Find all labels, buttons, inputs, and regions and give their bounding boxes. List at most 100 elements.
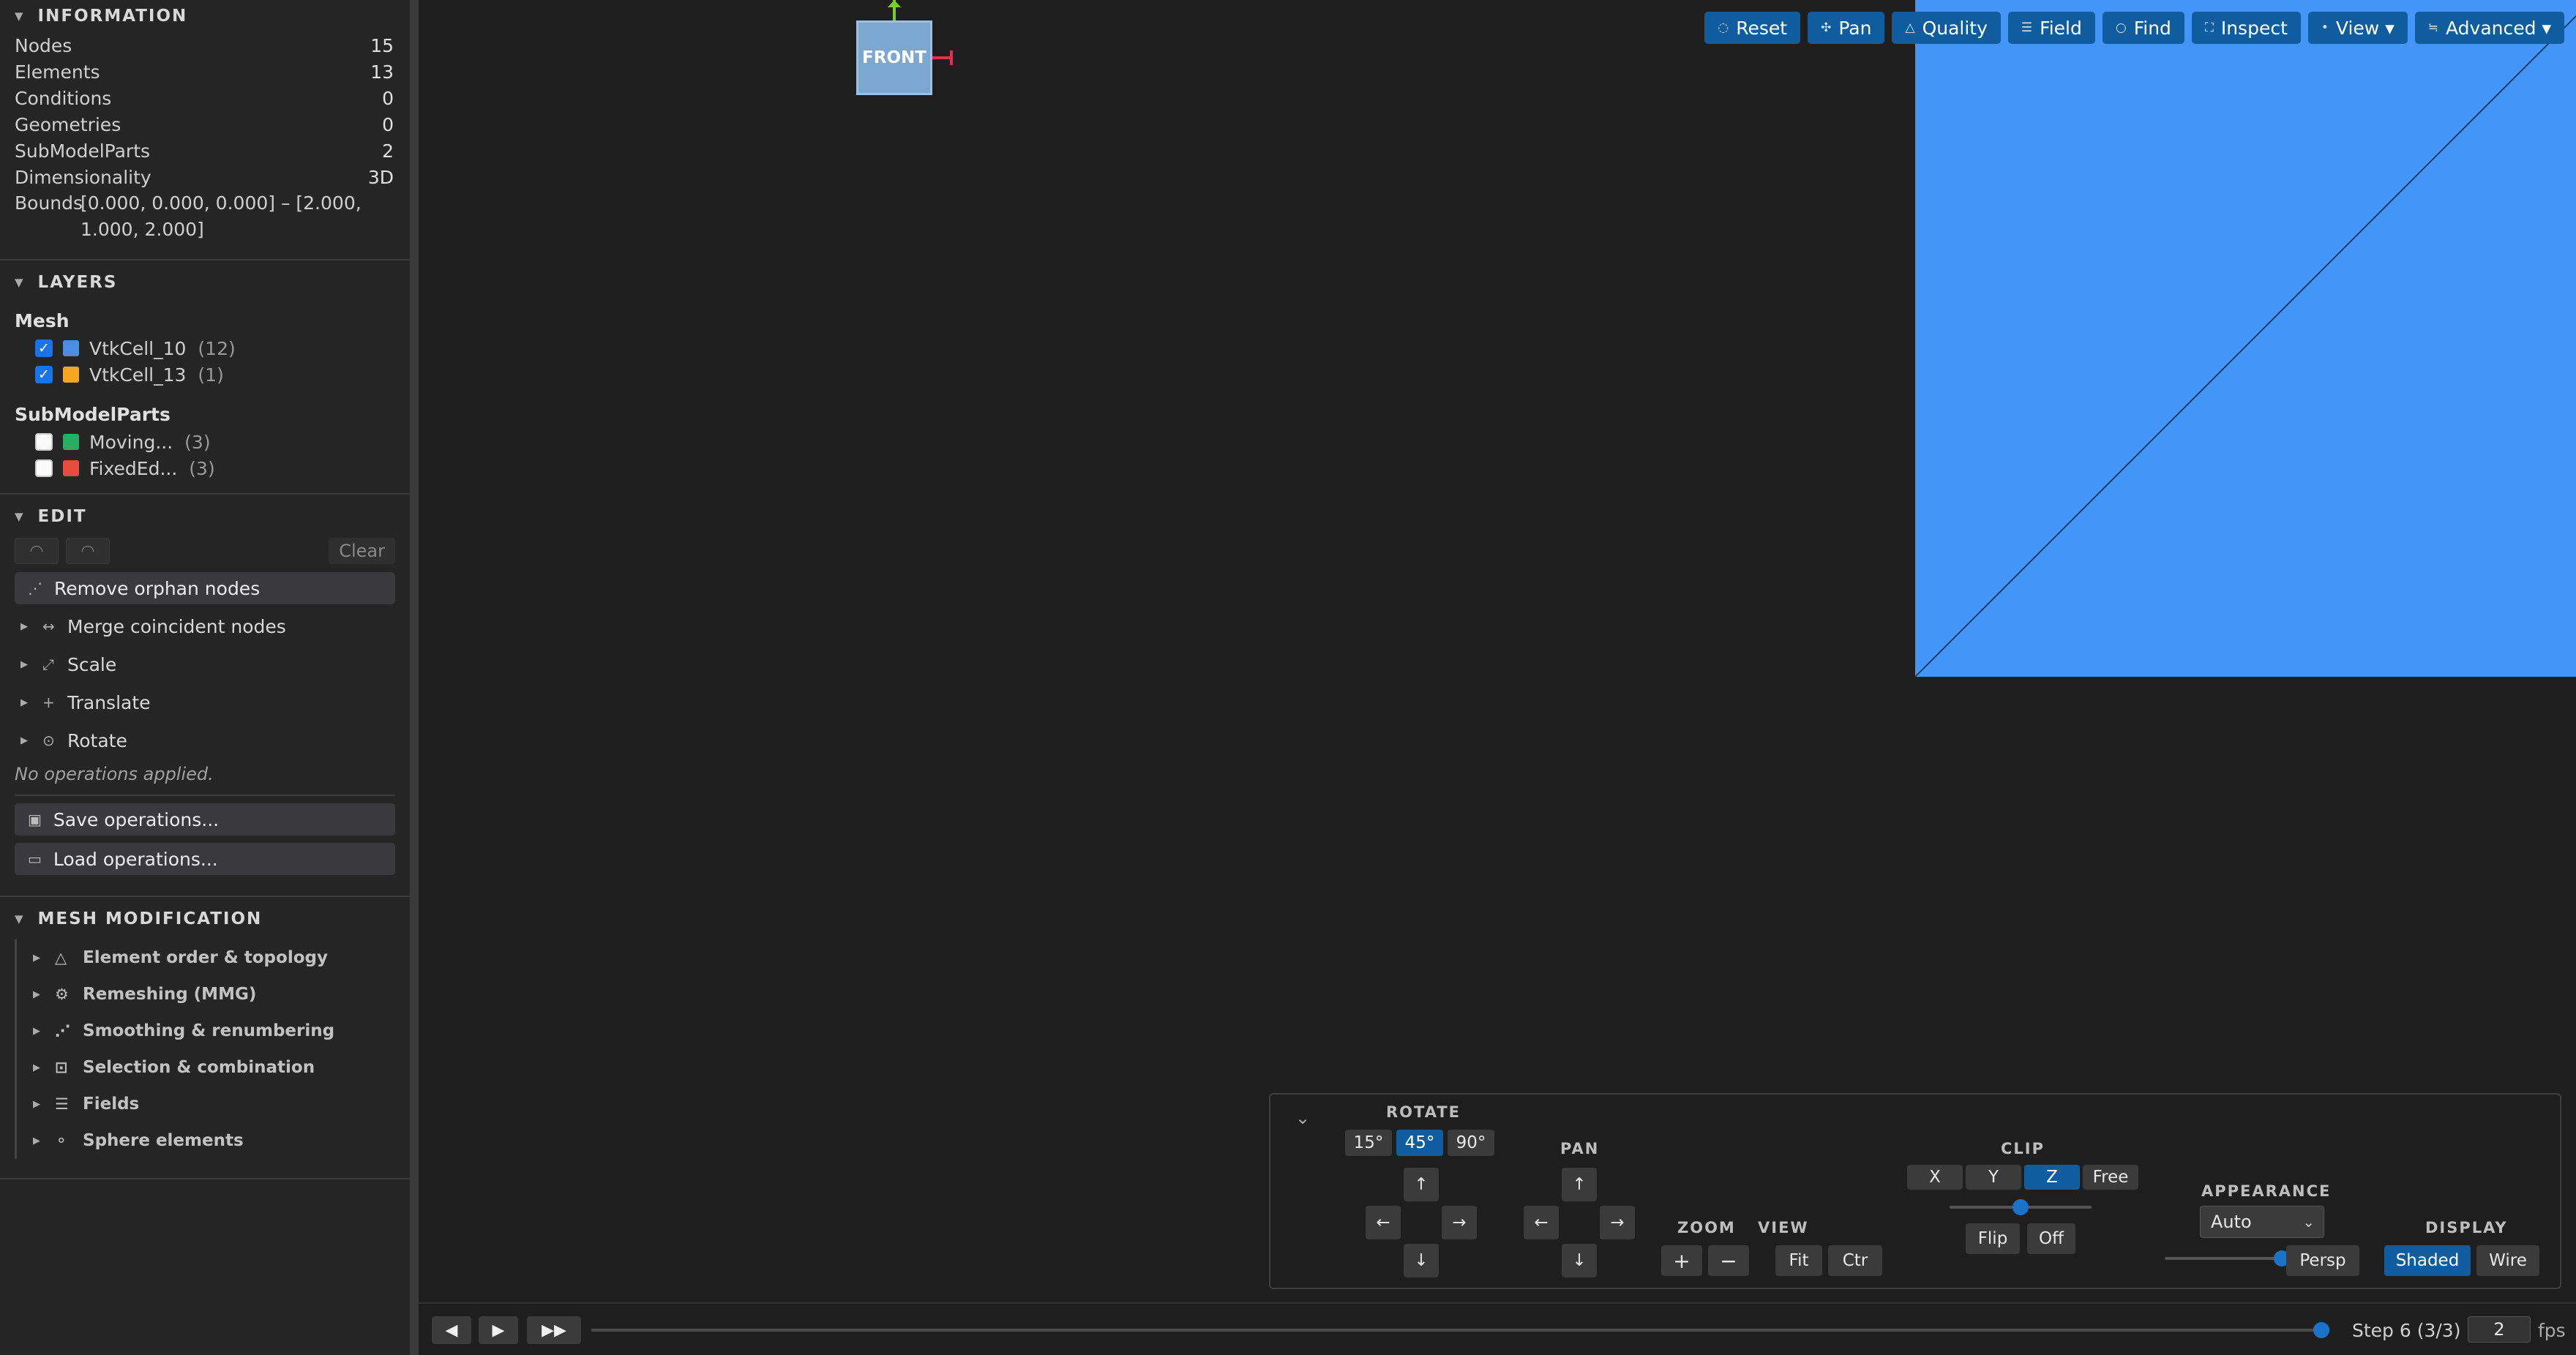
layer-row-vtkcell-13[interactable]: ✓ VtkCell_13 (1) <box>0 361 410 388</box>
3d-viewport[interactable]: FRONT ◌ Reset ✣ Pan △ Quality ☰ Field ○ … <box>419 0 2576 1302</box>
clip-flip-button[interactable]: Flip <box>1966 1223 2020 1254</box>
rotate-left-button[interactable]: ← <box>1366 1206 1401 1239</box>
fit-view-button[interactable]: Fit <box>1775 1245 1822 1276</box>
rotate-45-button[interactable]: 45° <box>1396 1130 1443 1156</box>
layer-count: (12) <box>198 337 236 359</box>
clip-title: CLIP <box>2001 1140 2045 1157</box>
layer-color-swatch <box>63 340 79 356</box>
clip-x-button[interactable]: X <box>1907 1165 1963 1190</box>
quality-icon: △ <box>1905 20 1915 35</box>
previous-step-button[interactable]: ◀ <box>432 1316 471 1344</box>
undo-button[interactable]: ◠ <box>15 538 59 564</box>
rotate-90-button[interactable]: 90° <box>1448 1130 1494 1156</box>
reset-button[interactable]: ◌ Reset <box>1704 12 1801 44</box>
collapse-caret-icon: ▼ <box>15 510 25 523</box>
mm-remeshing-mmg[interactable]: ▶ ⚙ Remeshing (MMG) <box>15 976 410 1013</box>
layer-name: FixedEd... <box>89 457 178 479</box>
quality-button[interactable]: △ Quality <box>1892 12 2001 44</box>
remove-orphan-nodes-button[interactable]: ⋰ Remove orphan nodes <box>15 572 395 604</box>
layer-checkbox[interactable] <box>35 459 53 477</box>
pan-right-button[interactable]: → <box>1600 1206 1635 1239</box>
mesh-modification-header[interactable]: ▼ MESH MODIFICATION <box>0 903 410 935</box>
rotate-up-button[interactable]: ↑ <box>1404 1168 1439 1201</box>
clip-off-button[interactable]: Off <box>2027 1223 2075 1254</box>
collapse-caret-icon: ▼ <box>15 10 25 23</box>
save-operations-button[interactable]: ▣ Save operations... <box>15 803 395 836</box>
layers-header[interactable]: ▼ LAYERS <box>0 266 410 299</box>
rotate-15-button[interactable]: 15° <box>1345 1130 1392 1156</box>
pan-button[interactable]: ✣ Pan <box>1808 12 1885 44</box>
mm-element-order-topology[interactable]: ▶ △ Element order & topology <box>15 939 410 976</box>
op-merge-coincident-nodes[interactable]: ▶ ↔ Merge coincident nodes <box>0 607 410 645</box>
mesh-surface[interactable] <box>1915 0 2576 677</box>
rotate-down-button[interactable]: ↓ <box>1404 1244 1439 1277</box>
expand-triangle-icon: ▶ <box>20 658 28 670</box>
zoom-in-button[interactable]: + <box>1661 1245 1702 1276</box>
remesh-icon: ⚙ <box>55 986 69 1003</box>
information-header[interactable]: ▼ INFORMATION <box>0 0 410 32</box>
clip-z-button[interactable]: Z <box>2024 1165 2080 1190</box>
inspect-button[interactable]: ⛶ Inspect <box>2191 12 2301 44</box>
view-menu-button[interactable]: • View ▾ <box>2307 12 2408 44</box>
clip-y-button[interactable]: Y <box>1966 1165 2021 1190</box>
center-view-button[interactable]: Ctr <box>1828 1245 1882 1276</box>
edit-toolbar: ◠ ◠ Clear <box>0 533 410 569</box>
collapse-caret-icon: ▼ <box>15 912 25 926</box>
find-button[interactable]: ○ Find <box>2102 12 2184 44</box>
mesh-group-title: Mesh <box>15 309 70 331</box>
info-label: Conditions <box>15 87 112 109</box>
edit-title: EDIT <box>37 507 87 526</box>
wire-button[interactable]: Wire <box>2476 1245 2539 1276</box>
layer-checkbox[interactable]: ✓ <box>35 366 53 383</box>
edit-header[interactable]: ▼ EDIT <box>0 500 410 533</box>
step-indicator: Step 6 (3/3) <box>2352 1319 2461 1341</box>
layer-row-moving[interactable]: Moving... (3) <box>0 429 410 455</box>
clear-button[interactable]: Clear <box>329 538 395 564</box>
field-button[interactable]: ☰ Field <box>2007 12 2095 44</box>
layer-count: (1) <box>198 364 224 386</box>
x-axis-arrow-icon <box>950 50 953 65</box>
orientation-cube[interactable]: FRONT <box>856 20 932 95</box>
mm-smoothing-renumbering[interactable]: ▶ ⋰ Smoothing & renumbering <box>15 1013 410 1049</box>
pan-down-button[interactable]: ↓ <box>1562 1244 1597 1277</box>
mm-label: Element order & topology <box>83 948 328 967</box>
display-title: DISPLAY <box>2425 1219 2508 1236</box>
appearance-slider-track[interactable] <box>2165 1257 2282 1260</box>
layer-checkbox[interactable] <box>35 433 53 451</box>
collapse-panel-button[interactable]: ⌄ <box>1295 1108 1310 1128</box>
sidebar-resize-handle[interactable] <box>410 0 419 1355</box>
op-rotate[interactable]: ▶ ⊙ Rotate <box>0 721 410 759</box>
next-step-button[interactable]: ▶▶ <box>527 1316 581 1344</box>
layer-count: (3) <box>189 457 215 479</box>
load-operations-button[interactable]: ▭ Load operations... <box>15 843 395 875</box>
appearance-select[interactable]: Auto ⌄ <box>2200 1206 2324 1238</box>
shaded-button[interactable]: Shaded <box>2384 1245 2471 1276</box>
x-axis-indicator <box>932 56 951 59</box>
perspective-button[interactable]: Persp <box>2286 1245 2359 1276</box>
fps-input[interactable]: 2 <box>2468 1316 2531 1343</box>
layer-row-vtkcell-10[interactable]: ✓ VtkCell_10 (12) <box>0 335 410 361</box>
mm-fields[interactable]: ▶ ☰ Fields <box>15 1086 410 1122</box>
mm-selection-combination[interactable]: ▶ ⊡ Selection & combination <box>15 1049 410 1086</box>
section-divider <box>0 493 410 495</box>
op-scale[interactable]: ▶ ⤢ Scale <box>0 645 410 683</box>
mm-sphere-elements[interactable]: ▶ ⚬ Sphere elements <box>15 1122 410 1159</box>
op-translate[interactable]: ▶ + Translate <box>0 683 410 721</box>
save-operations-label: Save operations... <box>53 808 220 830</box>
redo-button[interactable]: ◠ <box>66 538 110 564</box>
timeline-knob[interactable] <box>2313 1322 2329 1338</box>
timeline-track[interactable] <box>591 1329 2321 1332</box>
pan-up-button[interactable]: ↑ <box>1562 1168 1597 1201</box>
clip-free-button[interactable]: Free <box>2083 1165 2138 1190</box>
find-label: Find <box>2133 17 2171 39</box>
layer-checkbox[interactable]: ✓ <box>35 339 53 357</box>
layer-name: VtkCell_13 <box>89 364 187 386</box>
clip-slider-knob[interactable] <box>2012 1199 2029 1215</box>
layer-row-fixeded[interactable]: FixedEd... (3) <box>0 455 410 481</box>
translate-icon: + <box>42 694 55 711</box>
rotate-right-button[interactable]: → <box>1442 1206 1477 1239</box>
zoom-out-button[interactable]: − <box>1708 1245 1749 1276</box>
pan-left-button[interactable]: ← <box>1524 1206 1559 1239</box>
play-button[interactable]: ▶ <box>479 1316 518 1344</box>
advanced-menu-button[interactable]: ≒ Advanced ▾ <box>2414 12 2564 44</box>
